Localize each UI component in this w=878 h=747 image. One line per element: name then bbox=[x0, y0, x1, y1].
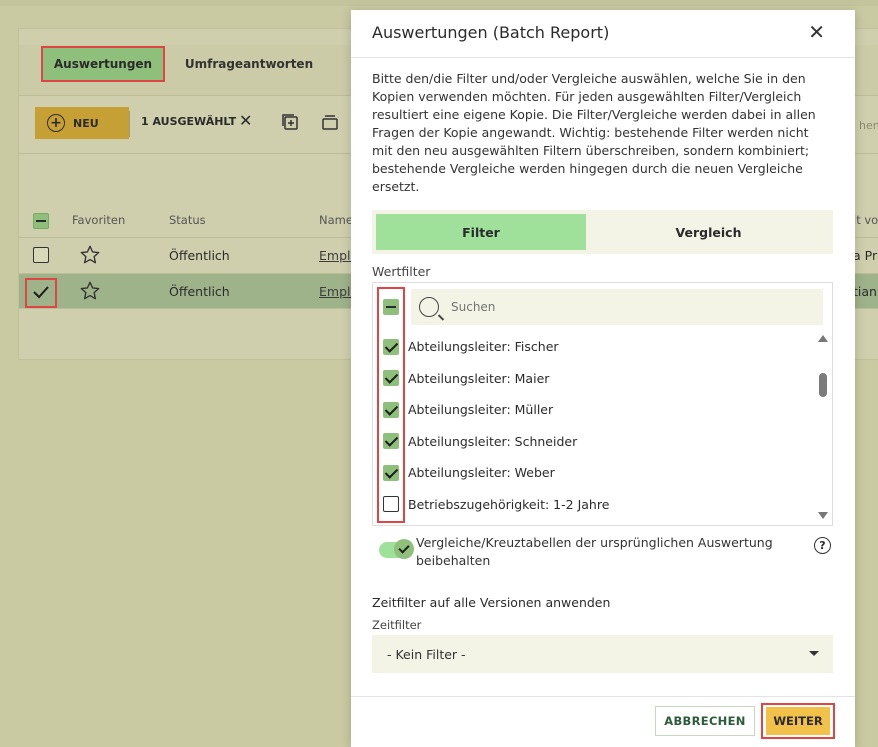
filter-compare-switch: Filter Vergleich bbox=[372, 210, 833, 254]
close-icon[interactable]: ✕ bbox=[808, 22, 825, 42]
row-right-clipped: tian bbox=[853, 284, 877, 299]
new-button[interactable]: + NEU bbox=[35, 107, 129, 139]
list-scrollbar[interactable] bbox=[814, 331, 832, 525]
value-filter-list: Abteilungsleiter: Fischer Abteilungsleit… bbox=[372, 282, 833, 526]
select-all-checkbox[interactable] bbox=[33, 213, 49, 229]
item-label: Betriebszugehörigkeit: 1-2 Jahre bbox=[408, 496, 610, 512]
chevron-down-icon bbox=[809, 651, 819, 656]
star-icon[interactable] bbox=[79, 280, 101, 302]
header-name[interactable]: Name bbox=[319, 213, 353, 227]
filter-search bbox=[411, 289, 823, 325]
scroll-down-icon[interactable] bbox=[818, 512, 828, 519]
help-icon[interactable]: ? bbox=[814, 537, 831, 554]
item-label: Abteilungsleiter: Schneider bbox=[408, 433, 578, 449]
item-label: Abteilungsleiter: Fischer bbox=[408, 339, 559, 355]
keep-comparisons-label: Vergleiche/Kreuztabellen der ursprünglic… bbox=[416, 535, 773, 568]
tab-auswertungen[interactable]: Auswertungen bbox=[41, 46, 165, 82]
keep-comparisons-toggle[interactable] bbox=[379, 539, 414, 559]
check-icon[interactable] bbox=[32, 284, 50, 300]
search-input[interactable] bbox=[449, 299, 789, 315]
scroll-up-icon[interactable] bbox=[818, 335, 828, 342]
list-item[interactable]: Abteilungsleiter: Schneider bbox=[373, 426, 813, 458]
list-item[interactable]: Abteilungsleiter: Müller bbox=[373, 394, 813, 426]
top-bar bbox=[0, 0, 878, 6]
list-item[interactable]: Abteilungsleiter: Fischer bbox=[373, 331, 813, 363]
list-item[interactable]: Abteilungsleiter: Weber bbox=[373, 457, 813, 489]
plus-icon: + bbox=[47, 114, 65, 132]
item-label: Abteilungsleiter: Maier bbox=[408, 370, 550, 386]
item-label: Abteilungsleiter: Weber bbox=[408, 465, 555, 481]
row-status: Öffentlich bbox=[169, 284, 230, 299]
item-label: Abteilungsleiter: Müller bbox=[408, 402, 554, 418]
dialog-title: Auswertungen (Batch Report) bbox=[372, 23, 610, 42]
dialog-header: Auswertungen (Batch Report) ✕ bbox=[351, 10, 855, 58]
list-item[interactable]: Abteilungsleiter: Maier bbox=[373, 363, 813, 395]
tab-filter[interactable]: Filter bbox=[376, 214, 586, 250]
toolbar-separator bbox=[129, 111, 130, 137]
next-button-highlight: WEITER bbox=[761, 703, 835, 739]
dialog-footer: ABBRECHEN WEITER bbox=[351, 696, 855, 747]
header-right-clipped: lt vo bbox=[853, 213, 878, 227]
dialog-description: Bitte den/die Filter und/oder Vergleiche… bbox=[372, 71, 816, 194]
new-button-label: NEU bbox=[73, 116, 99, 130]
tab-compare[interactable]: Vergleich bbox=[588, 214, 829, 250]
header-status[interactable]: Status bbox=[169, 213, 206, 227]
scroll-thumb[interactable] bbox=[819, 373, 827, 397]
selected-count: 1 AUSGEWÄHLT bbox=[141, 115, 237, 128]
time-filter-select[interactable]: - Kein Filter - bbox=[372, 635, 833, 673]
row-status: Öffentlich bbox=[169, 248, 230, 263]
star-icon[interactable] bbox=[79, 244, 101, 266]
time-filter-label: Zeitfilter bbox=[372, 618, 422, 632]
row-checkbox[interactable] bbox=[33, 247, 49, 263]
next-button[interactable]: WEITER bbox=[766, 707, 830, 735]
cancel-button[interactable]: ABBRECHEN bbox=[655, 706, 755, 736]
checkbox-column-highlight bbox=[377, 287, 405, 523]
filter-items: Abteilungsleiter: Fischer Abteilungsleit… bbox=[373, 331, 813, 520]
row-right-clipped: a Pra bbox=[853, 248, 878, 263]
value-filter-label: Wertfilter bbox=[372, 264, 431, 279]
toggle-knob bbox=[394, 539, 414, 559]
time-filter-section-title: Zeitfilter auf alle Versionen anwenden bbox=[372, 595, 611, 610]
header-favorites[interactable]: Favoriten bbox=[72, 213, 125, 227]
list-item[interactable]: Betriebszugehörigkeit: 1-2 Jahre bbox=[373, 489, 813, 521]
stack-icon[interactable] bbox=[321, 113, 339, 131]
close-icon[interactable]: ✕ bbox=[239, 111, 252, 130]
copy-icon[interactable] bbox=[281, 113, 299, 131]
search-stub[interactable]: hen bbox=[859, 119, 878, 132]
search-icon bbox=[419, 297, 439, 317]
time-filter-value: - Kein Filter - bbox=[387, 646, 466, 662]
batch-report-dialog: Auswertungen (Batch Report) ✕ Bitte den/… bbox=[351, 10, 855, 747]
tab-umfrageantworten[interactable]: Umfrageantworten bbox=[181, 46, 317, 82]
